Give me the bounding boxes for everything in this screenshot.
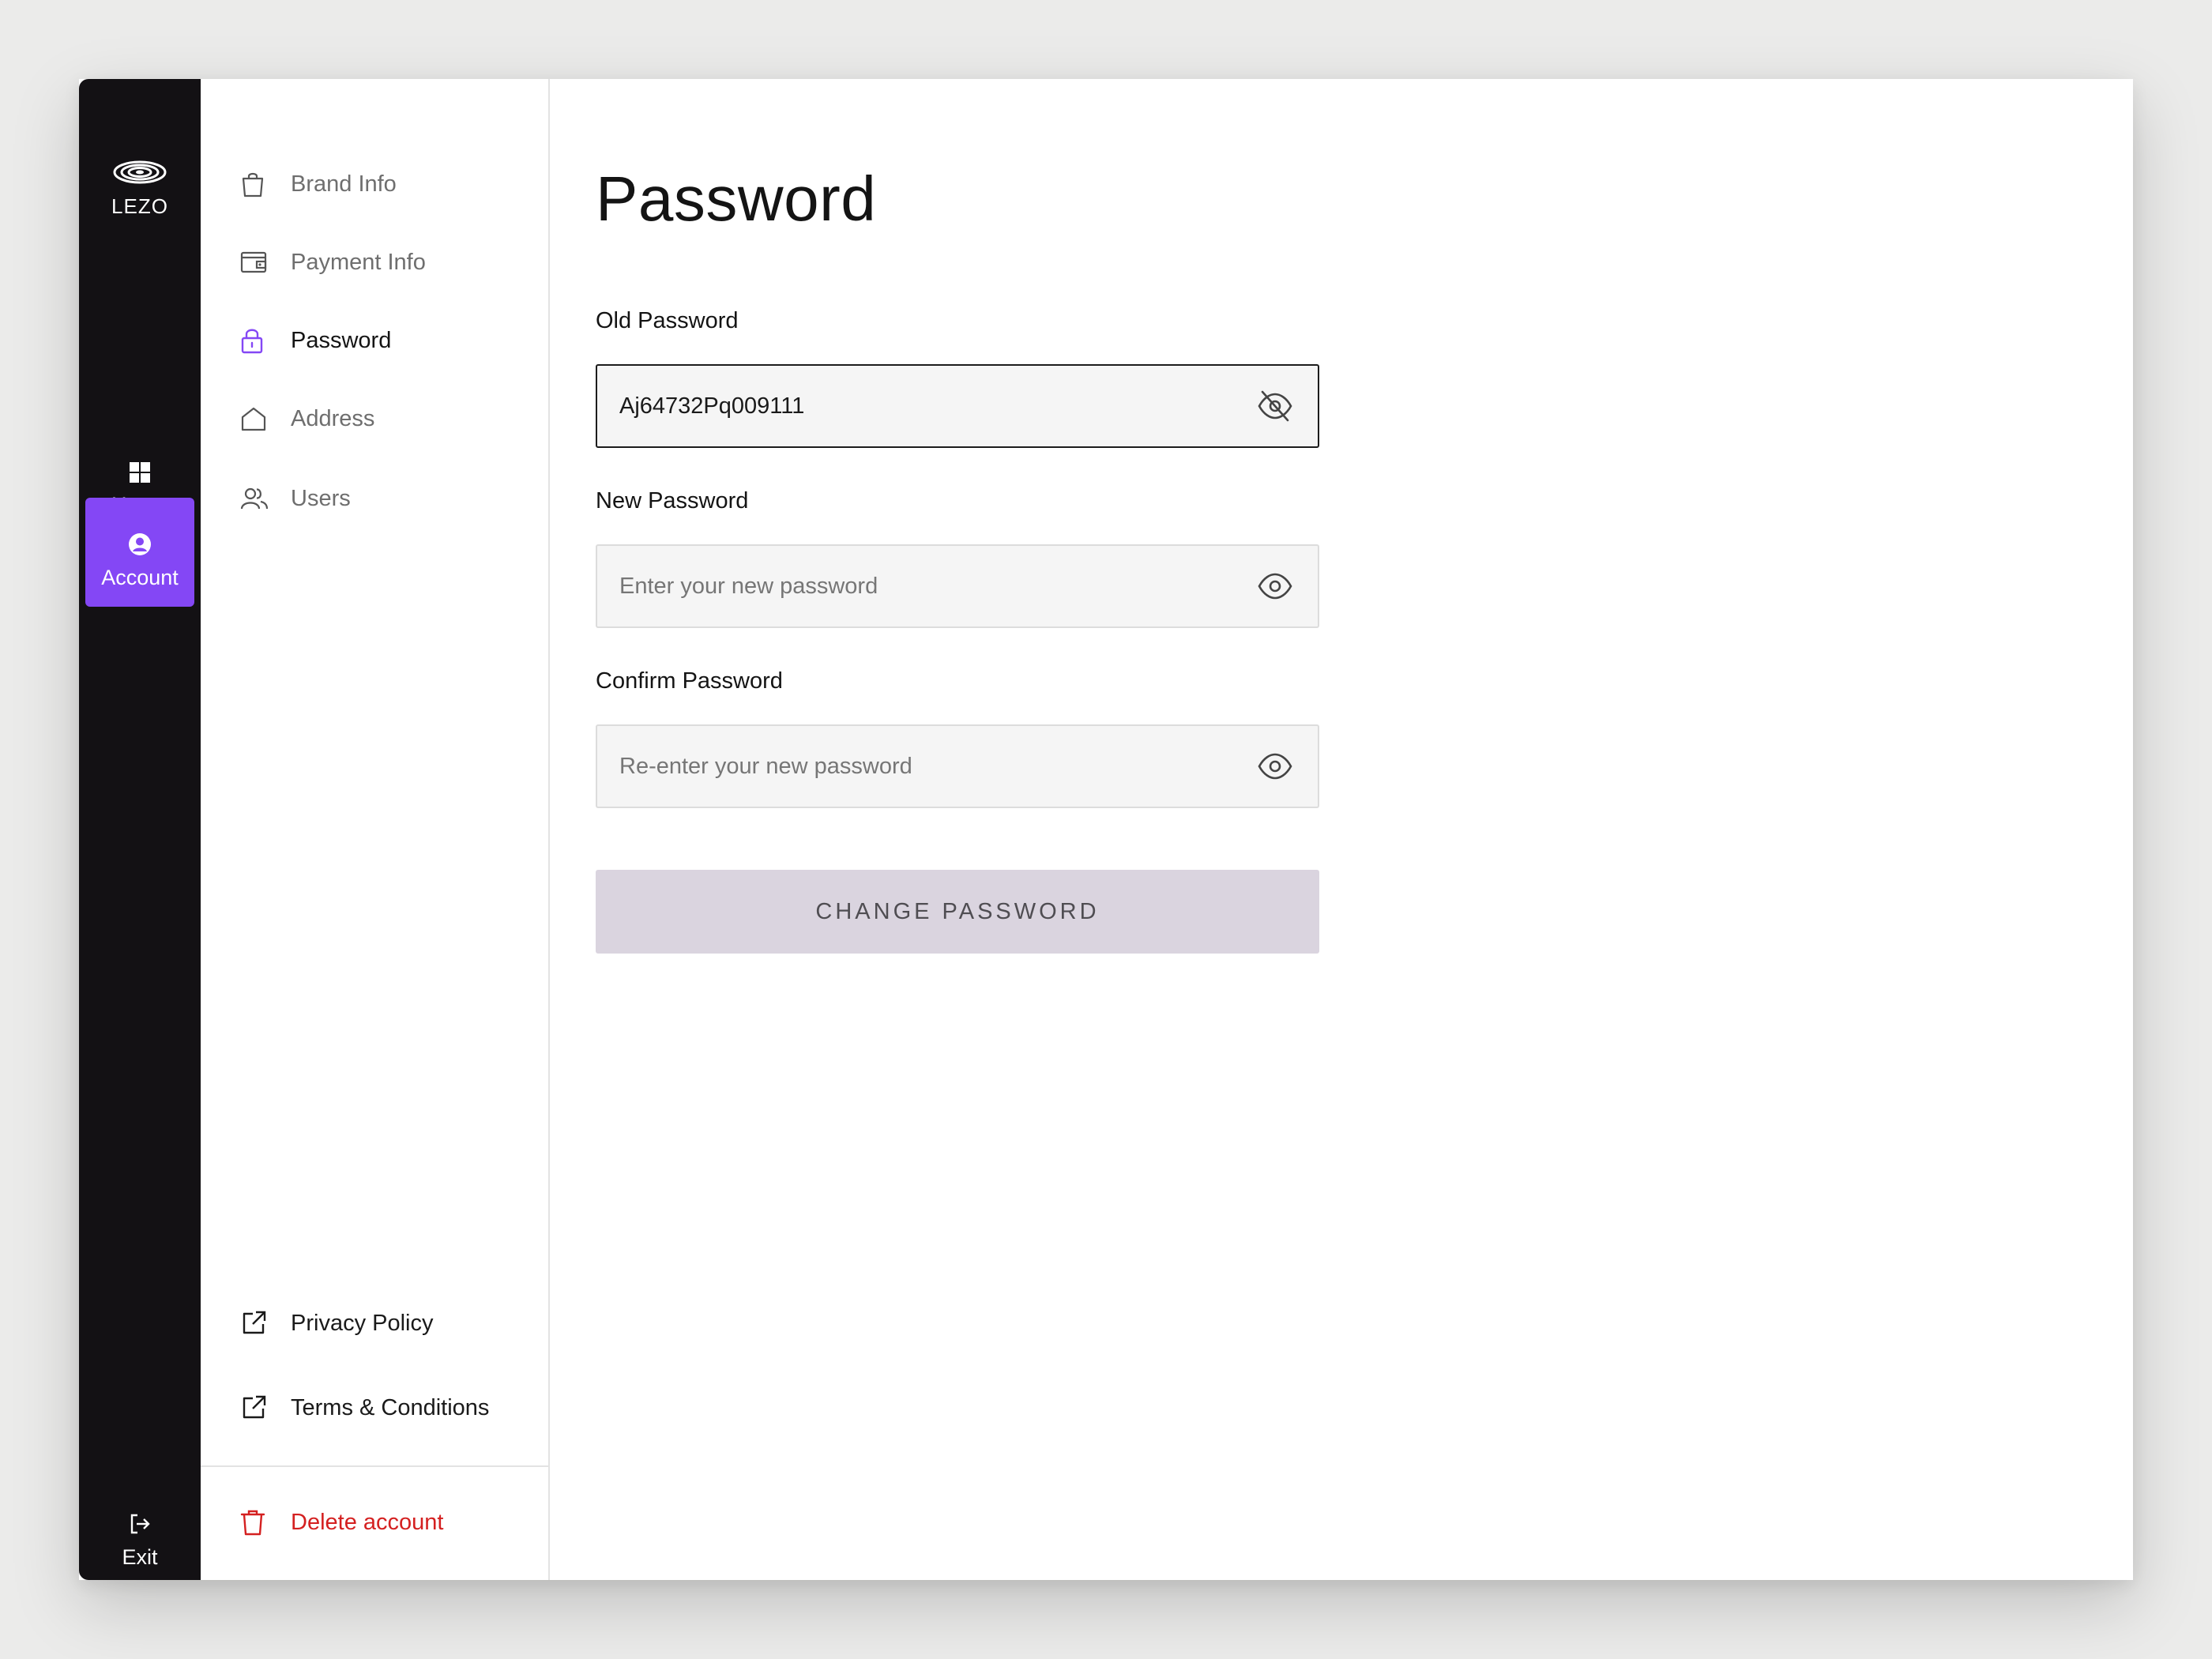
grid-icon	[130, 462, 150, 483]
eye-icon[interactable]	[1255, 566, 1296, 607]
lezo-logo-icon	[113, 160, 167, 184]
old-password-input[interactable]	[619, 382, 1255, 430]
subnav-item-label: Address	[291, 405, 375, 431]
subnav-item-payment-info[interactable]: Payment Info	[240, 243, 426, 282]
external-link-icon	[240, 1392, 272, 1424]
eye-off-icon[interactable]	[1255, 386, 1296, 427]
primary-rail: LEZO Home Account	[79, 79, 201, 1580]
change-password-button[interactable]: CHANGE PASSWORD	[596, 870, 1319, 954]
delete-account-label: Delete account	[291, 1509, 444, 1535]
subnav-item-label: Users	[291, 485, 351, 511]
brand-name: LEZO	[111, 194, 168, 218]
subnav-item-label: Payment Info	[291, 249, 426, 275]
subnav-item-brand-info[interactable]: Brand Info	[240, 164, 397, 204]
subnav-privacy-policy-link[interactable]: Privacy Policy	[240, 1304, 434, 1343]
rail-account-label: Account	[101, 566, 179, 589]
users-icon	[240, 483, 272, 514]
subnav-item-address[interactable]: Address	[240, 399, 374, 438]
confirm-password-input[interactable]	[619, 743, 1255, 790]
external-link-icon	[240, 1307, 272, 1339]
account-subnav: Brand Info Payment Info Password Address…	[201, 79, 550, 1580]
shopping-bag-icon	[240, 168, 272, 200]
delete-account-button[interactable]: Delete account	[240, 1503, 443, 1542]
eye-icon[interactable]	[1255, 746, 1296, 787]
subnav-item-label: Brand Info	[291, 171, 397, 197]
terms-label: Terms & Conditions	[291, 1394, 490, 1420]
privacy-policy-label: Privacy Policy	[291, 1310, 434, 1336]
confirm-password-label: Confirm Password	[596, 668, 783, 694]
user-circle-icon	[129, 533, 151, 555]
new-password-input[interactable]	[619, 562, 1255, 610]
rail-exit-label: Exit	[122, 1545, 158, 1569]
subnav-divider	[201, 1465, 548, 1467]
subnav-item-password[interactable]: Password	[240, 321, 391, 360]
old-password-field	[596, 364, 1319, 448]
confirm-password-field	[596, 724, 1319, 808]
new-password-label: New Password	[596, 488, 749, 514]
rail-account-button[interactable]: Account	[85, 498, 194, 607]
subnav-terms-link[interactable]: Terms & Conditions	[240, 1388, 489, 1428]
wallet-icon	[240, 246, 272, 278]
page-title: Password	[596, 164, 877, 234]
subnav-item-users[interactable]: Users	[240, 479, 351, 518]
lock-icon	[240, 325, 272, 356]
trash-icon	[240, 1507, 272, 1538]
home-outline-icon	[240, 403, 272, 434]
rail-exit-button[interactable]: Exit	[85, 1477, 194, 1580]
brand-logo: LEZO	[79, 158, 201, 219]
new-password-field	[596, 544, 1319, 628]
main-content: Password Old Password New Password	[550, 79, 2133, 1580]
old-password-label: Old Password	[596, 308, 739, 333]
app-window: LEZO Home Account	[79, 79, 2133, 1580]
subnav-item-label: Password	[291, 327, 392, 353]
logout-icon	[130, 1514, 150, 1534]
